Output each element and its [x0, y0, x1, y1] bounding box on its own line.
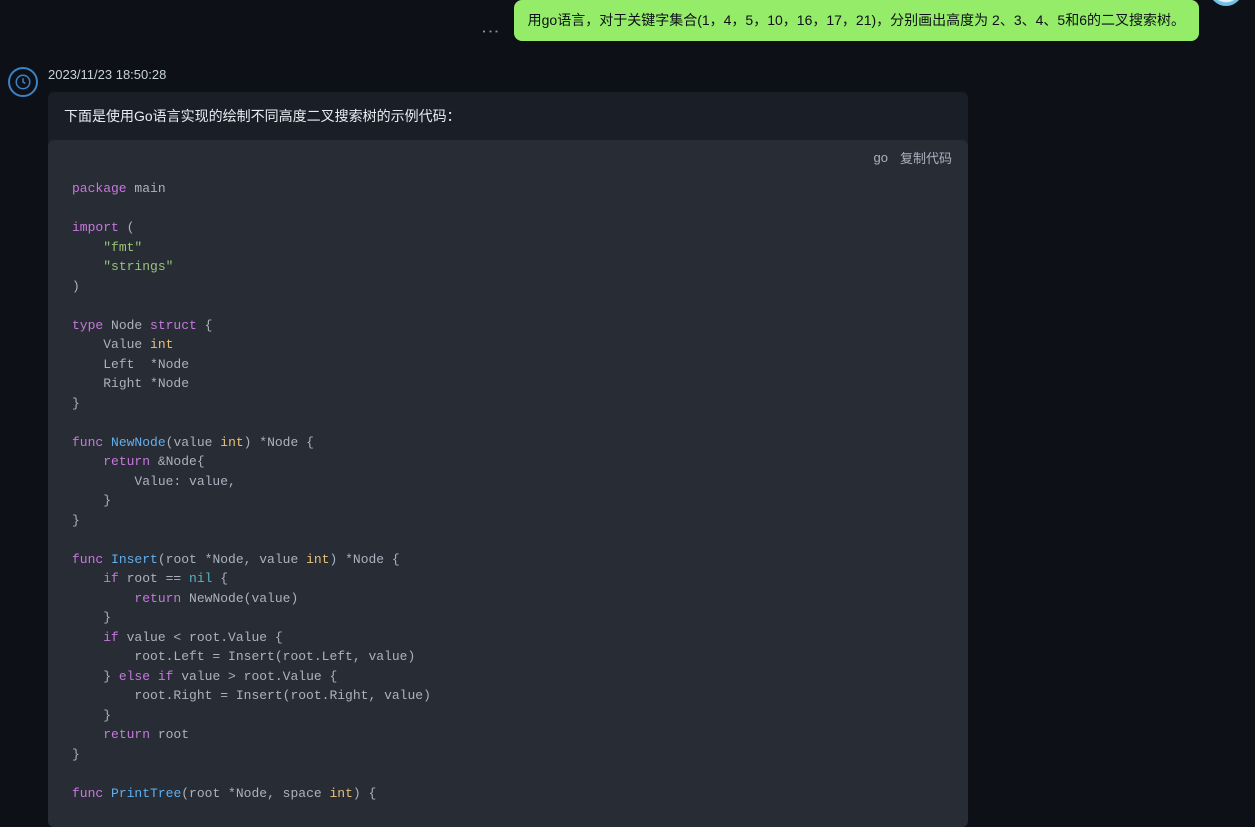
lit-nil: nil [189, 571, 212, 586]
kw-func2: func [72, 552, 103, 567]
assistant-avatar[interactable] [8, 67, 38, 97]
code-lang-label: go [874, 150, 888, 165]
kw-return3: return [103, 727, 150, 742]
message-timestamp: 2023/11/23 18:50:28 [48, 67, 968, 82]
type-int4: int [329, 786, 352, 801]
import-strings: "strings" [103, 259, 173, 274]
kw-struct: struct [150, 318, 197, 333]
ins-right: root.Right = Insert(root.Right, value) [134, 688, 430, 703]
assistant-bubble: 下面是使用Go语言实现的绘制不同高度二叉搜索树的示例代码： go 复制代码 pa… [48, 92, 968, 827]
ins-if1-end: { [212, 571, 228, 586]
type-int1: int [150, 337, 173, 352]
ins-ret-new: NewNode(value) [181, 591, 298, 606]
assistant-column: 2023/11/23 18:50:28 下面是使用Go语言实现的绘制不同高度二叉… [48, 67, 968, 827]
kw-type: type [72, 318, 103, 333]
type-name: Node [103, 318, 150, 333]
kw-else: else [119, 669, 150, 684]
fn-printtree: PrintTree [111, 786, 181, 801]
fn-insert: Insert [111, 552, 158, 567]
ins-sig1: (root *Node, value [158, 552, 306, 567]
field-right: Right *Node [103, 376, 189, 391]
kw-func3: func [72, 786, 103, 801]
ins-ret-root: root [150, 727, 189, 742]
ins-if2: value < root.Value { [119, 630, 283, 645]
type-int2: int [220, 435, 243, 450]
ins-sig2: ) *Node { [329, 552, 399, 567]
field-left: Left *Node [103, 357, 189, 372]
user-message-row: ⋮ 用go语言，对于关键字集合(1，4，5，10，16，17，21)，分别画出高… [0, 0, 1255, 43]
nn-param: value [173, 435, 220, 450]
kw-package: package [72, 181, 127, 196]
ins-left: root.Left = Insert(root.Left, value) [134, 649, 415, 664]
kw-if1: if [103, 571, 119, 586]
kw-if3: if [158, 669, 174, 684]
more-icon[interactable]: ⋮ [479, 23, 500, 43]
code-block: go 复制代码 package main import ( "fmt" "str… [48, 140, 968, 827]
kw-return2: return [134, 591, 181, 606]
field-value: Value [103, 337, 150, 352]
ins-elseif: value > root.Value { [173, 669, 337, 684]
code-header: go 复制代码 [48, 140, 968, 175]
fn-newnode: NewNode [111, 435, 166, 450]
assistant-message-row: 2023/11/23 18:50:28 下面是使用Go语言实现的绘制不同高度二叉… [0, 43, 1255, 827]
kw-return1: return [103, 454, 150, 469]
nn-body1: &Node{ [150, 454, 205, 469]
user-message-bubble: 用go语言，对于关键字集合(1，4，5，10，16，17，21)，分别画出高度为… [514, 0, 1199, 41]
ins-if1: root == [119, 571, 189, 586]
copy-code-button[interactable]: 复制代码 [900, 148, 952, 167]
pt-sig1: (root *Node, space [181, 786, 329, 801]
type-int3: int [306, 552, 329, 567]
user-avatar[interactable] [1209, 0, 1243, 6]
pt-sig2: ) { [353, 786, 376, 801]
kw-func1: func [72, 435, 103, 450]
nn-sig-rest: ) *Node { [244, 435, 314, 450]
pkg-name: main [127, 181, 166, 196]
nn-body2: Value: value, [134, 474, 235, 489]
user-message-text: 用go语言，对于关键字集合(1，4，5，10，16，17，21)，分别画出高度为… [528, 12, 1185, 28]
assistant-intro-text: 下面是使用Go语言实现的绘制不同高度二叉搜索树的示例代码： [64, 106, 952, 126]
import-fmt: "fmt" [103, 240, 142, 255]
kw-import: import [72, 220, 119, 235]
code-content[interactable]: package main import ( "fmt" "strings" ) … [48, 175, 968, 827]
kw-if2: if [103, 630, 119, 645]
